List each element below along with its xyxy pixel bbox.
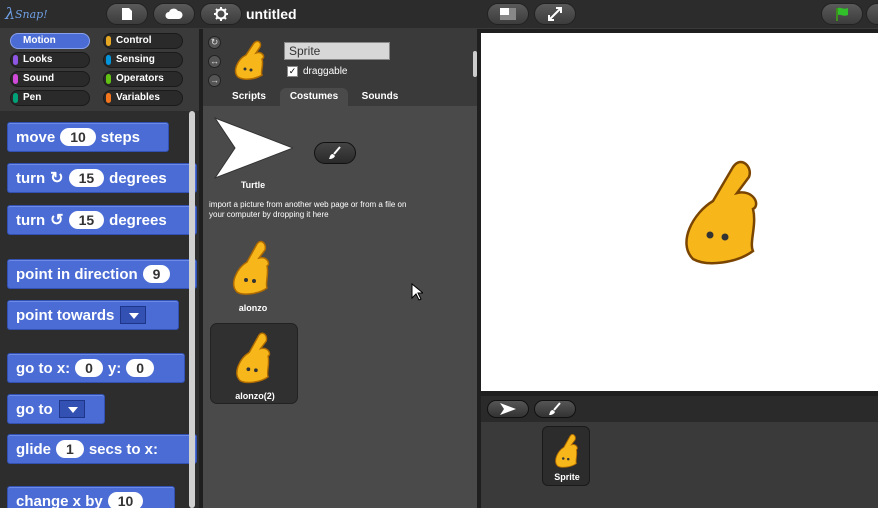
go-to-x-slot[interactable]: 0: [75, 359, 103, 377]
direction-slot[interactable]: 9: [142, 265, 171, 283]
rotation-style-flip-button[interactable]: ↔: [208, 55, 221, 68]
stage[interactable]: [481, 33, 878, 391]
turn-ccw-degrees-slot[interactable]: 15: [68, 211, 105, 229]
rotate-clockwise-icon: ↻: [50, 170, 64, 187]
category-control[interactable]: Control: [103, 33, 183, 49]
sprite-bar: ↻ ↔ → Sprite ✓ draggable Scripts Costume…: [203, 29, 477, 111]
category-motion[interactable]: Motion: [10, 33, 90, 49]
fullscreen-icon: [548, 7, 562, 21]
rotate-counterclockwise-icon: ↺: [50, 212, 64, 229]
category-variables[interactable]: Variables: [103, 90, 183, 106]
gear-icon: [214, 7, 228, 21]
block-point-in-direction[interactable]: point in direction 9: [7, 259, 197, 289]
block-change-x[interactable]: change x by 10: [7, 486, 175, 508]
green-flag-button[interactable]: [821, 3, 863, 25]
logo-text: Snap!: [15, 8, 48, 21]
draggable-checkbox[interactable]: ✓: [287, 66, 298, 77]
category-sensing[interactable]: Sensing: [103, 52, 183, 68]
top-bar: λ Snap! untitled: [0, 0, 878, 29]
costume-label-alonzo-2: alonzo(2): [235, 391, 275, 401]
file-button[interactable]: [106, 3, 148, 25]
mouse-cursor-icon: [411, 283, 423, 301]
add-turtle-sprite-button[interactable]: [487, 400, 529, 418]
corral-toolbar: [481, 396, 878, 422]
move-steps-slot[interactable]: 10: [60, 128, 96, 146]
turn-cw-degrees-slot[interactable]: 15: [68, 169, 105, 187]
paint-new-sprite-button[interactable]: [534, 400, 576, 418]
svg-text:λ: λ: [4, 4, 15, 23]
change-x-slot[interactable]: 10: [107, 492, 144, 508]
sprite-icon[interactable]: Sprite: [542, 426, 590, 486]
category-sound[interactable]: Sound: [10, 71, 90, 87]
costume-label-alonzo: alonzo: [238, 303, 268, 313]
rotation-style-none-button[interactable]: →: [208, 74, 221, 87]
stage-size-icon: [500, 8, 516, 20]
costume-item-alonzo-2[interactable]: alonzo(2): [210, 323, 298, 404]
alonzo-costume-icon[interactable]: [227, 236, 277, 300]
category-operators[interactable]: Operators: [103, 71, 183, 87]
fullscreen-button[interactable]: [534, 3, 576, 25]
go-to-y-slot[interactable]: 0: [126, 359, 155, 377]
sprite-corral: Sprite: [481, 396, 878, 508]
sprite-icon-label: Sprite: [554, 472, 580, 482]
rotation-style-rotate-button[interactable]: ↻: [208, 36, 221, 49]
import-hint-text: import a picture from another web page o…: [209, 200, 407, 219]
green-flag-icon: [836, 7, 848, 21]
alonzo-sprite-on-stage[interactable]: [675, 151, 767, 273]
block-glide[interactable]: glide 1 secs to x:: [7, 434, 197, 464]
block-turn-clockwise[interactable]: turn ↻ 15 degrees: [7, 163, 197, 193]
snap-logo[interactable]: λ Snap!: [4, 3, 50, 25]
paintbrush-icon: [329, 146, 341, 159]
settings-button[interactable]: [200, 3, 242, 25]
file-icon: [122, 8, 132, 20]
block-go-to[interactable]: go to: [7, 394, 105, 424]
pause-button[interactable]: [866, 3, 878, 25]
costumes-pane: Turtle import a picture from another web…: [203, 106, 477, 508]
block-palette: move 10 steps turn ↻ 15 degrees turn ↺ 15 degree…: [0, 111, 199, 508]
tab-scripts[interactable]: Scripts: [221, 88, 277, 105]
sprite-bar-scrollbar[interactable]: [473, 51, 477, 77]
glide-secs-slot[interactable]: 1: [56, 440, 84, 458]
sprite-name-input[interactable]: Sprite: [284, 42, 390, 60]
tab-sounds[interactable]: Sounds: [351, 88, 409, 105]
go-to-dropdown[interactable]: [58, 400, 85, 418]
category-pen[interactable]: Pen: [10, 90, 90, 106]
cloud-button[interactable]: [153, 3, 195, 25]
block-turn-counterclockwise[interactable]: turn ↺ 15 degrees: [7, 205, 197, 235]
block-go-to-xy[interactable]: go to x: 0 y: 0: [7, 353, 185, 383]
cloud-icon: [165, 8, 183, 19]
draggable-label: draggable: [303, 66, 348, 77]
point-towards-dropdown[interactable]: [120, 306, 147, 324]
category-looks[interactable]: Looks: [10, 52, 90, 68]
paint-new-costume-button[interactable]: [314, 142, 356, 164]
sprite-icon-image: [555, 434, 578, 468]
paintbrush-icon: [549, 402, 561, 415]
palette-scrollbar[interactable]: [189, 111, 195, 508]
block-move[interactable]: move 10 steps: [7, 122, 169, 152]
block-point-towards[interactable]: point towards: [7, 300, 179, 330]
turtle-arrow-icon: [500, 403, 516, 415]
project-title: untitled: [246, 6, 297, 22]
turtle-costume-label: Turtle: [240, 180, 266, 190]
alonzo-2-costume-icon: [236, 332, 271, 384]
turtle-costume-icon[interactable]: [213, 116, 293, 180]
category-selector: Motion Control Looks Sensing Sound Opera…: [0, 29, 199, 111]
sprite-thumbnail-icon: [234, 40, 265, 80]
stage-size-button[interactable]: [487, 3, 529, 25]
